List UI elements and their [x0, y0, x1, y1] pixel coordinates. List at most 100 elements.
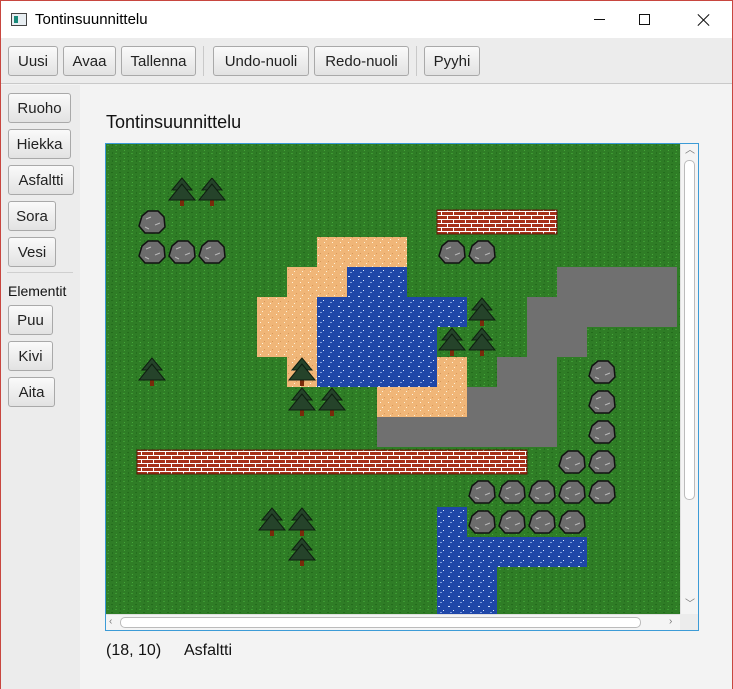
- palette-sidebar: Ruoho Hiekka Asfaltti Sora Vesi Elementi…: [1, 85, 80, 689]
- fence: [136, 449, 528, 475]
- water-tile: [437, 537, 467, 567]
- rock-icon: [588, 390, 616, 414]
- sand-tile: [287, 297, 317, 327]
- maximize-button[interactable]: [621, 1, 667, 38]
- scroll-left-icon[interactable]: ‹: [109, 617, 112, 627]
- selected-tile-label: Asfaltti: [184, 642, 233, 659]
- horizontal-scroll-thumb[interactable]: [120, 617, 641, 628]
- scroll-up-icon[interactable]: ︿: [685, 146, 695, 156]
- asphalt-tile: [647, 297, 677, 327]
- element-button-puu[interactable]: Puu: [8, 305, 53, 335]
- asphalt-tile: [527, 297, 557, 327]
- water-tile: [377, 327, 407, 357]
- maximize-icon: [638, 14, 650, 25]
- undo-button[interactable]: Undo-nuoli: [213, 46, 309, 76]
- rock-icon: [468, 240, 496, 264]
- sand-tile: [287, 267, 317, 297]
- water-tile: [317, 357, 347, 387]
- page-title: Tontinsuunnittelu: [106, 112, 242, 132]
- new-button[interactable]: Uusi: [8, 46, 58, 76]
- clear-button[interactable]: Pyyhi: [424, 46, 480, 76]
- asphalt-tile: [617, 267, 647, 297]
- asphalt-tile: [497, 387, 527, 417]
- scroll-down-icon[interactable]: ﹀: [685, 600, 695, 610]
- asphalt-tile: [497, 357, 527, 387]
- rock-icon: [498, 510, 526, 534]
- rock-icon: [558, 510, 586, 534]
- terrain-button-vesi[interactable]: Vesi: [8, 237, 56, 267]
- element-button-kivi[interactable]: Kivi: [8, 341, 53, 371]
- terrain-button-asfaltti[interactable]: Asfaltti: [8, 165, 74, 195]
- terrain-button-ruoho[interactable]: Ruoho: [8, 93, 71, 123]
- rock-icon: [438, 240, 466, 264]
- vertical-scroll-thumb[interactable]: [684, 160, 695, 500]
- asphalt-tile: [527, 357, 557, 387]
- toolbar: Uusi Avaa Tallenna Undo-nuoli Redo-nuoli…: [1, 38, 732, 84]
- close-button[interactable]: [681, 1, 727, 38]
- water-tile: [377, 357, 407, 387]
- title-bar: Tontinsuunnittelu: [1, 1, 732, 38]
- minimize-button[interactable]: [576, 1, 622, 38]
- terrain-button-sora[interactable]: Sora: [8, 201, 56, 231]
- water-tile: [467, 537, 497, 567]
- sand-tile: [347, 237, 377, 267]
- asphalt-tile: [527, 387, 557, 417]
- asphalt-tile: [647, 267, 677, 297]
- plot-map-canvas[interactable]: [106, 144, 680, 614]
- rock-icon: [468, 480, 496, 504]
- rock-icon: [588, 480, 616, 504]
- asphalt-tile: [497, 417, 527, 447]
- water-tile: [467, 597, 497, 614]
- asphalt-tile: [587, 297, 617, 327]
- rock-icon: [138, 240, 166, 264]
- water-tile: [317, 327, 347, 357]
- rock-icon: [588, 360, 616, 384]
- water-tile: [407, 327, 437, 357]
- asphalt-tile: [467, 417, 497, 447]
- app-window: Tontinsuunnittelu Uusi Avaa Tallenna Und…: [0, 0, 733, 689]
- terrain-button-hiekka[interactable]: Hiekka: [8, 129, 71, 159]
- water-tile: [347, 297, 377, 327]
- save-button[interactable]: Tallenna: [121, 46, 196, 76]
- sidebar-separator: [7, 272, 73, 273]
- toolbar-separator: [203, 46, 204, 76]
- sand-tile: [317, 237, 347, 267]
- water-tile: [377, 297, 407, 327]
- asphalt-tile: [437, 417, 467, 447]
- sand-tile: [257, 297, 287, 327]
- elements-heading: Elementit: [8, 283, 67, 299]
- water-tile: [347, 267, 377, 297]
- asphalt-tile: [407, 417, 437, 447]
- water-tile: [377, 267, 407, 297]
- scroll-corner: [680, 614, 698, 630]
- asphalt-tile: [557, 297, 587, 327]
- open-button[interactable]: Avaa: [63, 46, 116, 76]
- window-title: Tontinsuunnittelu: [35, 11, 148, 28]
- water-tile: [437, 297, 467, 327]
- rock-icon: [558, 450, 586, 474]
- rock-icon: [588, 420, 616, 444]
- redo-button[interactable]: Redo-nuoli: [314, 46, 409, 76]
- water-tile: [407, 297, 437, 327]
- sand-tile: [377, 237, 407, 267]
- sand-tile: [437, 387, 467, 417]
- rock-icon: [528, 510, 556, 534]
- element-button-aita[interactable]: Aita: [8, 377, 55, 407]
- app-icon: [11, 13, 27, 26]
- vertical-scrollbar[interactable]: ︿ ﹀: [680, 144, 698, 614]
- rock-icon: [588, 450, 616, 474]
- sand-tile: [317, 267, 347, 297]
- sand-tile: [377, 387, 407, 417]
- sand-tile: [257, 327, 287, 357]
- asphalt-tile: [527, 327, 557, 357]
- cursor-coordinates: (18, 10): [106, 642, 162, 659]
- horizontal-scrollbar[interactable]: ‹ ›: [106, 614, 680, 630]
- scroll-right-icon[interactable]: ›: [669, 617, 672, 627]
- water-tile: [497, 537, 527, 567]
- asphalt-tile: [617, 297, 647, 327]
- toolbar-separator: [416, 46, 417, 76]
- rock-icon: [198, 240, 226, 264]
- asphalt-tile: [527, 417, 557, 447]
- water-tile: [437, 567, 467, 597]
- water-tile: [317, 297, 347, 327]
